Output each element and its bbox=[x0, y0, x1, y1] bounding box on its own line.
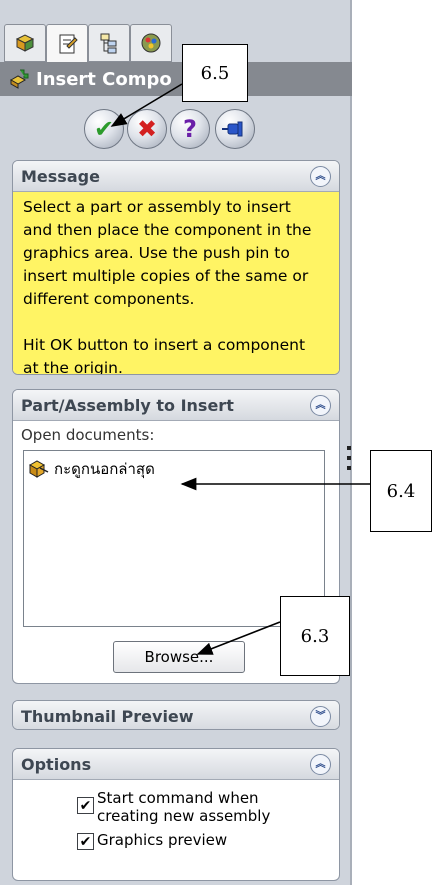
callout-6-5: 6.5 bbox=[182, 44, 248, 102]
x-icon: ✖ bbox=[136, 115, 158, 143]
checkmark-icon: ✔ bbox=[79, 833, 92, 850]
message-heading: Message bbox=[21, 166, 100, 186]
callout-label: 6.4 bbox=[386, 480, 416, 502]
callout-6-4: 6.4 bbox=[370, 450, 432, 532]
thumbnail-preview-group[interactable]: Thumbnail Preview ︾ bbox=[12, 700, 340, 730]
ok-button[interactable]: ✔ bbox=[84, 109, 124, 149]
thumbnail-preview-header[interactable]: Thumbnail Preview ︾ bbox=[13, 701, 339, 729]
part-assembly-header: Part/Assembly to Insert ︽ bbox=[13, 390, 339, 421]
message-line: graphics area. Use the push pin to bbox=[23, 244, 290, 262]
message-line: Select a part or assembly to insert bbox=[23, 198, 291, 216]
callout-label: 6.3 bbox=[300, 625, 330, 647]
property-manager-icon bbox=[59, 34, 78, 54]
appearance-manager-tab[interactable] bbox=[130, 24, 172, 62]
start-command-label: Start command when creating new assembly bbox=[97, 789, 270, 825]
insert-component-icon bbox=[9, 69, 29, 89]
callout-label: 6.5 bbox=[200, 62, 230, 84]
collapse-icon[interactable]: ︽ bbox=[310, 754, 331, 775]
callout-6-3: 6.3 bbox=[280, 596, 350, 676]
page-title: Insert Compo bbox=[36, 68, 172, 90]
message-line: Hit OK button to insert a component bbox=[23, 336, 306, 354]
resize-grip-icon[interactable] bbox=[347, 466, 351, 470]
message-line bbox=[23, 311, 329, 334]
document-name: กะดูกนอกล่าสุด bbox=[54, 460, 155, 478]
feature-manager-tab[interactable] bbox=[4, 24, 46, 62]
browse-label: Browse... bbox=[144, 648, 214, 666]
checkmark-icon: ✔ bbox=[93, 115, 115, 143]
start-command-checkbox[interactable]: ✔ bbox=[77, 797, 94, 814]
resize-grip-icon[interactable] bbox=[347, 456, 351, 460]
part-icon bbox=[28, 460, 49, 478]
open-documents-label: Open documents: bbox=[21, 426, 155, 444]
thumbnail-preview-heading: Thumbnail Preview bbox=[21, 706, 194, 726]
graphics-preview-checkbox[interactable]: ✔ bbox=[77, 833, 94, 850]
start-command-label-line: Start command when bbox=[97, 789, 259, 807]
options-header: Options ︽ bbox=[13, 749, 339, 780]
push-pin-button[interactable] bbox=[215, 109, 255, 149]
help-button[interactable]: ? bbox=[170, 109, 210, 149]
collapse-icon[interactable]: ︽ bbox=[310, 166, 331, 187]
message-line: different components. bbox=[23, 290, 195, 308]
list-item[interactable]: กะดูกนอกล่าสุด bbox=[28, 457, 155, 481]
message-line: and then place the component in the bbox=[23, 221, 312, 239]
manager-tabs bbox=[4, 24, 204, 64]
cancel-button[interactable]: ✖ bbox=[127, 109, 167, 149]
message-text: Select a part or assembly to insert and … bbox=[13, 192, 339, 374]
push-pin-icon bbox=[222, 121, 243, 137]
options-group: Options ︽ ✔ Start command when creating … bbox=[12, 748, 340, 881]
configuration-manager-tab[interactable] bbox=[88, 24, 130, 62]
browse-button[interactable]: Browse... bbox=[113, 641, 245, 673]
message-line: insert multiple copies of the same or bbox=[23, 267, 309, 285]
checkmark-icon: ✔ bbox=[79, 797, 92, 814]
property-manager-tab[interactable] bbox=[46, 24, 88, 64]
message-header: Message ︽ bbox=[13, 161, 339, 192]
appearance-manager-icon bbox=[141, 33, 161, 53]
message-line: at the origin. bbox=[23, 359, 123, 375]
resize-grip-icon[interactable] bbox=[347, 446, 351, 450]
part-assembly-heading: Part/Assembly to Insert bbox=[21, 395, 234, 415]
configuration-manager-icon bbox=[100, 33, 117, 54]
graphics-preview-label: Graphics preview bbox=[97, 831, 228, 849]
property-manager-title-bar: Insert Compo bbox=[0, 62, 352, 96]
collapse-icon[interactable]: ︽ bbox=[310, 395, 331, 416]
message-group: Message ︽ Select a part or assembly to i… bbox=[12, 160, 340, 375]
help-icon: ? bbox=[183, 115, 197, 143]
start-command-label-line: creating new assembly bbox=[97, 807, 271, 825]
expand-icon[interactable]: ︾ bbox=[310, 706, 331, 727]
options-heading: Options bbox=[21, 754, 92, 774]
feature-manager-icon bbox=[15, 34, 35, 52]
